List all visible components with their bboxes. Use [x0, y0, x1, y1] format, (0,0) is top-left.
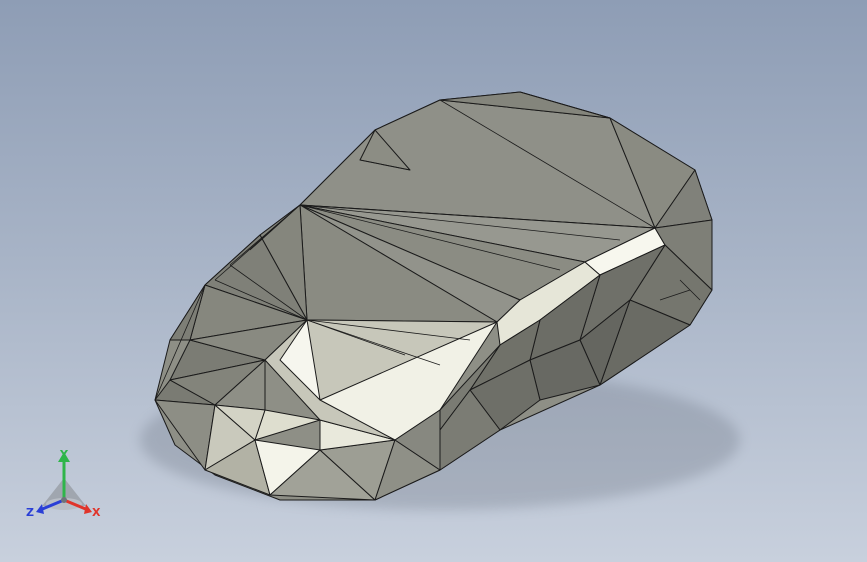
z-axis-label: Z: [26, 506, 34, 519]
y-axis-label: Y: [59, 448, 69, 461]
x-axis-label: X: [92, 506, 101, 519]
axis-triad[interactable]: Y X Z: [22, 448, 106, 528]
graphics-viewport[interactable]: Y X Z: [0, 0, 867, 562]
model-mesh[interactable]: [0, 0, 867, 562]
